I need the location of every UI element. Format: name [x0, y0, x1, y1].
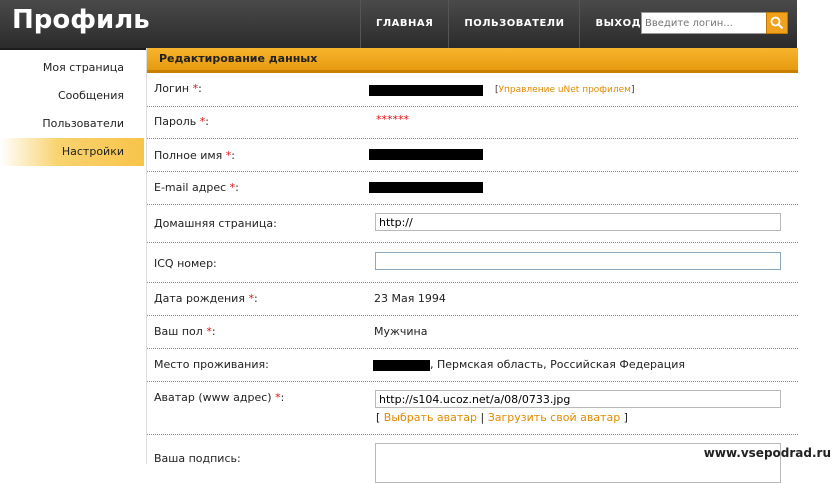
page-title: Профиль [12, 5, 150, 35]
search-input[interactable] [642, 13, 768, 33]
signature-label: Ваша подпись: [154, 452, 241, 465]
login-value [369, 83, 483, 96]
search-button[interactable] [766, 12, 788, 34]
form-row-birthdate: Дата рождения *: 23 Мая 1994 [147, 282, 798, 316]
sidebar-item-messages[interactable]: Сообщения [0, 82, 144, 110]
gender-label: Ваш пол *: [154, 325, 216, 338]
icq-label: ICQ номер: [154, 257, 217, 270]
main-nav: ГЛАВНАЯ ПОЛЬЗОВАТЕЛИ ВЫХОД [360, 0, 656, 48]
top-bar: Профиль ГЛАВНАЯ ПОЛЬЗОВАТЕЛИ ВЫХОД [0, 0, 797, 50]
email-label: E-mail адрес *: [154, 181, 239, 194]
form-row-homepage: Домашняя страница: [147, 204, 798, 243]
avatar-url-input[interactable] [375, 390, 781, 408]
icq-input[interactable] [375, 252, 781, 270]
birthdate-value: 23 Мая 1994 [374, 292, 446, 305]
homepage-label: Домашняя страница: [154, 217, 277, 230]
form-row-password: Пароль *: ****** [147, 106, 798, 139]
form-row-avatar: Аватар (www адрес) *: [ Выбрать аватар |… [147, 381, 798, 435]
form-row-location: Место проживания: , Пермская область, Ро… [147, 348, 798, 382]
choose-avatar-link[interactable]: Выбрать аватар [384, 411, 477, 424]
homepage-input[interactable] [375, 213, 781, 231]
password-label: Пароль *: [154, 115, 209, 128]
search-box [641, 12, 768, 34]
redacted-fullname [369, 148, 483, 160]
password-value: ****** [376, 113, 409, 126]
location-value: , Пермская область, Российская Федерация [373, 358, 685, 371]
sidebar-item-settings[interactable]: Настройки [0, 138, 144, 166]
sidebar-item-my-page[interactable]: Моя страница [0, 54, 144, 82]
email-value [369, 180, 483, 193]
section-title: Редактирование данных [147, 48, 798, 73]
watermark: www.vsepodrad.ru [703, 446, 831, 460]
fullname-label: Полное имя *: [154, 149, 235, 162]
location-label: Место проживания: [154, 358, 269, 371]
search-icon [770, 16, 784, 30]
redacted-city [373, 359, 430, 371]
gender-value: Мужчина [374, 325, 428, 338]
avatar-label: Аватар (www адрес) *: [154, 391, 285, 404]
sidebar: Моя страница Сообщения Пользователи Наст… [0, 54, 144, 166]
form-row-email: E-mail адрес *: [147, 171, 798, 205]
main-content: Редактирование данных Логин *: [Управлен… [146, 48, 798, 483]
form-row-signature: Ваша подпись: [147, 434, 798, 483]
login-label: Логин *: [154, 82, 202, 95]
form-row-fullname: Полное имя *: [147, 138, 798, 172]
form-row-gender: Ваш пол *: Мужчина [147, 315, 798, 349]
form-row-login: Логин *: [Управление uNet профилем] [147, 73, 798, 107]
fullname-value [369, 147, 483, 160]
upload-avatar-link[interactable]: Загрузить свой аватар [488, 411, 620, 424]
unet-profile-link[interactable]: Управление uNet профилем [499, 85, 631, 95]
sidebar-item-users[interactable]: Пользователи [0, 110, 144, 138]
nav-users[interactable]: ПОЛЬЗОВАТЕЛИ [448, 0, 579, 48]
nav-home[interactable]: ГЛАВНАЯ [360, 0, 448, 48]
avatar-links: [ Выбрать аватар | Загрузить свой аватар… [376, 411, 628, 424]
redacted-login [369, 84, 483, 96]
unet-link-wrapper: [Управление uNet профилем] [495, 85, 635, 95]
form-row-icq: ICQ номер: [147, 242, 798, 283]
redacted-email [369, 181, 483, 193]
birthdate-label: Дата рождения *: [154, 292, 258, 305]
